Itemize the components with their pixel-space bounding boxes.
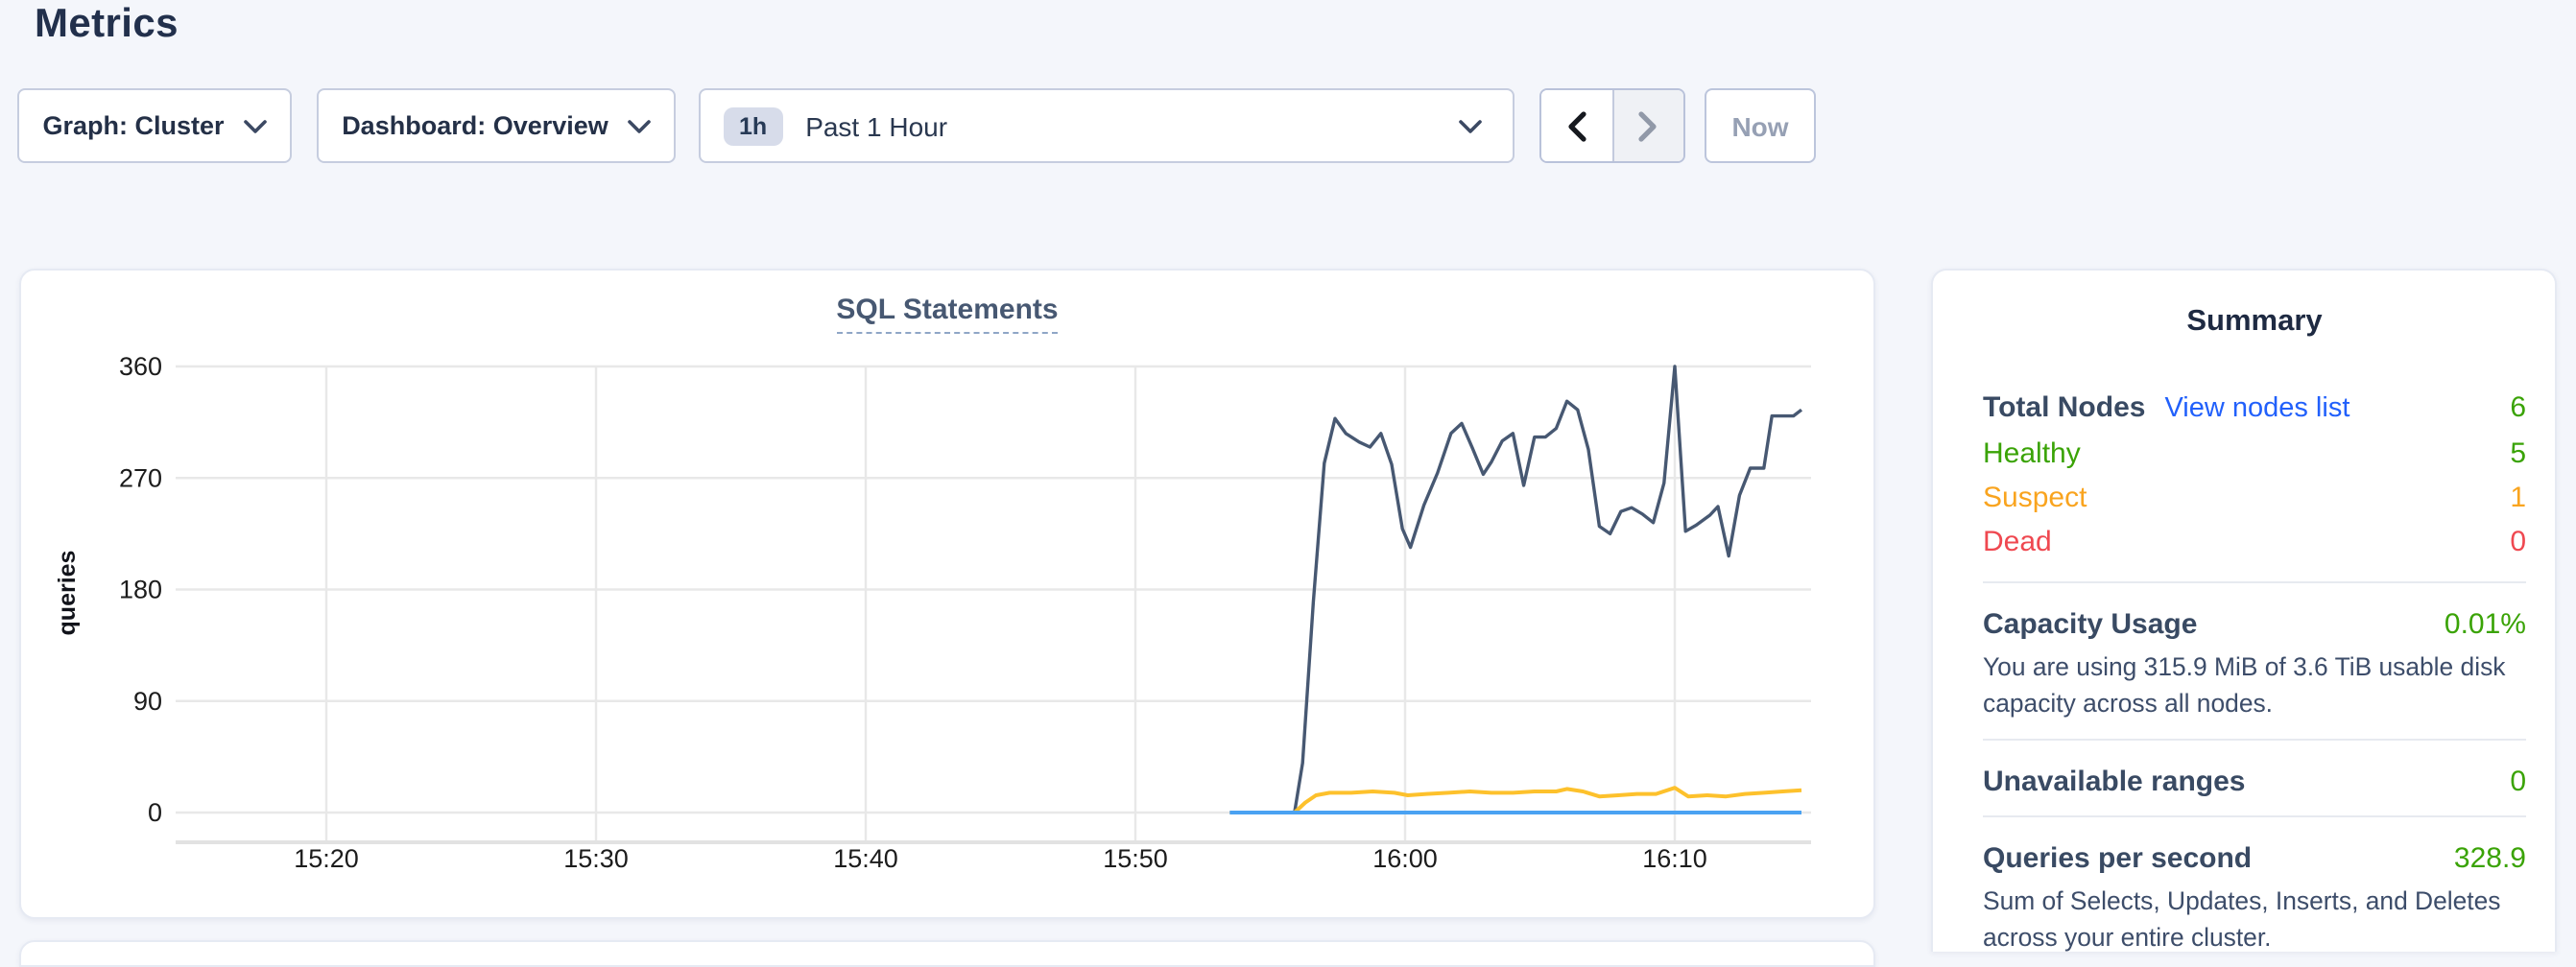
graph-dropdown-label: Graph: Cluster <box>42 111 224 140</box>
svg-text:0: 0 <box>148 798 162 827</box>
summary-section-capacity-usage: Capacity Usage 0.01% <box>1983 608 2526 641</box>
svg-text:16:00: 16:00 <box>1372 844 1438 873</box>
node-status-row-dead: Dead 0 <box>1983 520 2526 564</box>
chevron-down-icon <box>628 118 651 133</box>
time-range-badge: 1h <box>724 106 782 145</box>
node-status-label: Total Nodes <box>1983 386 2145 430</box>
summary-divider <box>1983 739 2526 741</box>
node-status-row-healthy: Healthy 5 <box>1983 432 2526 476</box>
time-range-pager <box>1539 88 1685 163</box>
svg-text:15:20: 15:20 <box>294 844 359 873</box>
dashboard-dropdown-label: Dashboard: Overview <box>342 111 608 140</box>
summary-panel: Summary Total NodesView nodes list6Healt… <box>1931 269 2557 952</box>
chevron-left-icon <box>1566 110 1587 141</box>
svg-text:15:30: 15:30 <box>563 844 629 873</box>
summary-section-description: You are using 315.9 MiB of 3.6 TiB usabl… <box>1983 650 2526 721</box>
summary-title: Summary <box>1983 305 2526 340</box>
summary-section-description: Sum of Selects, Updates, Inserts, and De… <box>1983 884 2526 955</box>
y-axis-title: queries <box>54 551 81 636</box>
metrics-page: Metrics Graph: Cluster Dashboard: Overvi… <box>0 0 2576 950</box>
svg-text:360: 360 <box>119 352 162 381</box>
time-range-selector[interactable]: 1h Past 1 Hour <box>699 88 1515 163</box>
summary-section-title: Queries per second <box>1983 842 2252 875</box>
summary-section-title: Capacity Usage <box>1983 608 2197 641</box>
node-status-value: 6 <box>2510 386 2526 430</box>
svg-text:15:50: 15:50 <box>1103 844 1168 873</box>
series-statements-low-line <box>1229 788 1801 813</box>
next-time-button[interactable] <box>1611 90 1683 161</box>
node-status-value: 5 <box>2510 432 2526 476</box>
node-status-rows: Total NodesView nodes list6Healthy5Suspe… <box>1983 386 2526 564</box>
node-status-label: Healthy <box>1983 432 2081 476</box>
summary-sections: Capacity Usage 0.01% You are using 315.9 M… <box>1983 581 2526 955</box>
node-status-row-suspect: Suspect 1 <box>1983 476 2526 520</box>
svg-text:90: 90 <box>133 687 162 716</box>
chevron-down-icon <box>244 118 267 133</box>
graph-dropdown[interactable]: Graph: Cluster <box>17 88 292 163</box>
svg-text:180: 180 <box>119 576 162 604</box>
summary-section-value: 0.01% <box>2445 608 2526 641</box>
summary-section-value: 0 <box>2510 766 2526 798</box>
dashboard-dropdown[interactable]: Dashboard: Overview <box>317 88 676 163</box>
summary-divider <box>1983 581 2526 583</box>
summary-section-value: 328.9 <box>2454 842 2526 875</box>
chevron-down-icon <box>1459 118 1482 133</box>
node-status-value: 1 <box>2510 476 2526 520</box>
sql-statements-chart-card: SQL Statements 09018027036015:2015:3015:… <box>19 269 1875 919</box>
next-chart-card <box>19 940 1875 967</box>
page-title: Metrics <box>35 2 179 48</box>
node-status-row-total-nodes: Total Nodes View nodes list 6 <box>1983 386 2526 432</box>
summary-section-unavailable-ranges: Unavailable ranges 0 <box>1983 766 2526 798</box>
summary-section-queries-per-second: Queries per second 328.9 <box>1983 842 2526 875</box>
sql-statements-chart[interactable]: 0 90 180 270 360 15:20 15:30 15:40 15:50 16:00 16:… <box>21 271 1873 917</box>
summary-section-title: Unavailable ranges <box>1983 766 2245 798</box>
time-range-label: Past 1 Hour <box>805 110 947 141</box>
view-nodes-list-link[interactable]: View nodes list <box>2164 388 2349 432</box>
chevron-right-icon <box>1638 110 1659 141</box>
node-status-label: Dead <box>1983 520 2052 564</box>
node-status-label: Suspect <box>1983 476 2087 520</box>
now-button-label: Now <box>1731 110 1788 141</box>
summary-divider <box>1983 815 2526 817</box>
node-status-value: 0 <box>2510 520 2526 564</box>
svg-text:16:10: 16:10 <box>1642 844 1707 873</box>
svg-text:15:40: 15:40 <box>833 844 898 873</box>
svg-text:270: 270 <box>119 463 162 492</box>
prev-time-button[interactable] <box>1541 90 1611 161</box>
x-grid-and-labels: 15:20 15:30 15:40 15:50 16:00 16:10 <box>294 366 1707 873</box>
now-button[interactable]: Now <box>1705 88 1816 163</box>
